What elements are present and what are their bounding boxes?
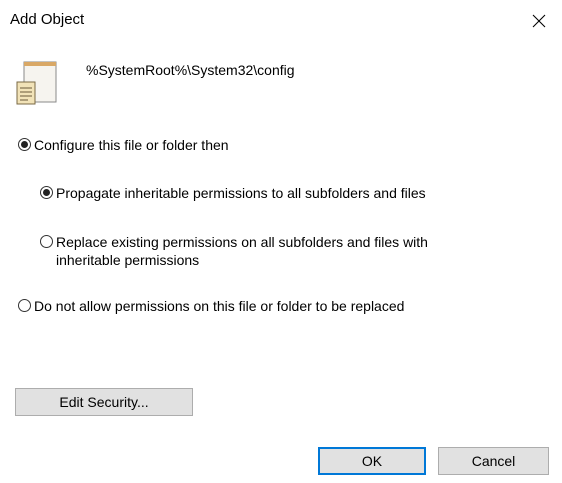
dialog-title: Add Object <box>10 11 85 28</box>
replace-radio[interactable] <box>40 235 53 248</box>
do-not-allow-radio[interactable] <box>18 299 31 312</box>
do-not-allow-label: Do not allow permissions on this file or… <box>34 298 405 314</box>
replace-label-line1: Replace existing permissions on all subf… <box>56 234 428 250</box>
document-icon <box>16 61 57 105</box>
replace-option[interactable]: Replace existing permissions on all subf… <box>40 233 428 269</box>
edit-security-button[interactable]: Edit Security... <box>15 388 193 416</box>
close-button[interactable] <box>516 0 562 42</box>
propagate-option[interactable]: Propagate inheritable permissions to all… <box>40 184 426 202</box>
title-bar: Add Object <box>0 0 562 42</box>
object-path: %SystemRoot%\System32\config <box>86 62 295 78</box>
configure-label: Configure this file or folder then <box>34 137 229 153</box>
configure-option[interactable]: Configure this file or folder then <box>18 136 229 154</box>
replace-label: Replace existing permissions on all subf… <box>56 233 428 269</box>
cancel-button[interactable]: Cancel <box>438 447 549 475</box>
add-object-dialog: Add Object %SystemRoot%\System32\config … <box>0 0 562 483</box>
propagate-label: Propagate inheritable permissions to all… <box>56 185 426 201</box>
close-icon <box>532 14 546 28</box>
propagate-radio[interactable] <box>40 186 53 199</box>
do-not-allow-option[interactable]: Do not allow permissions on this file or… <box>18 297 404 315</box>
configure-radio[interactable] <box>18 138 31 151</box>
replace-label-line2: inheritable permissions <box>56 252 200 268</box>
ok-button[interactable]: OK <box>318 447 426 475</box>
